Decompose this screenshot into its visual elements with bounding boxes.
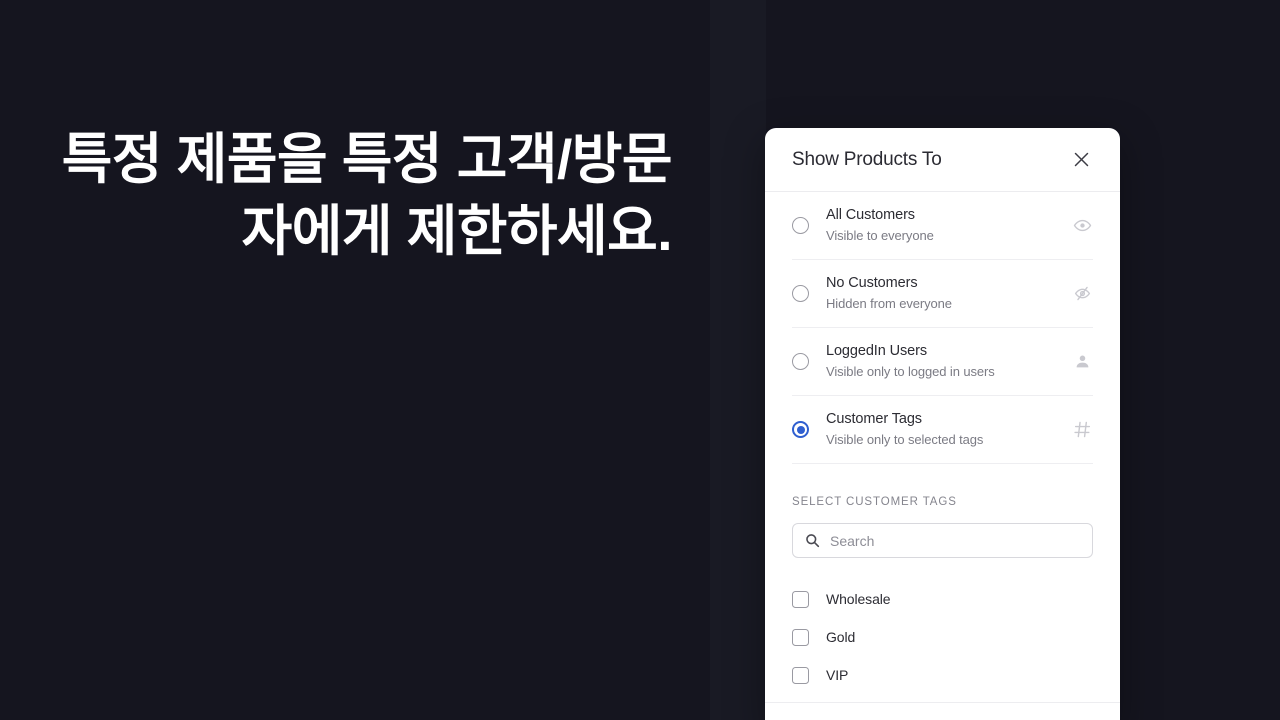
hash-icon: [1071, 419, 1093, 441]
eye-icon: [1071, 215, 1093, 237]
option-title: All Customers: [826, 207, 915, 224]
option-text: LoggedIn Users Visible only to logged in…: [826, 341, 1071, 382]
option-no-customers[interactable]: No Customers Hidden from everyone: [792, 260, 1093, 328]
tag-row-wholesale[interactable]: Wholesale: [792, 580, 1093, 618]
option-title: Customer Tags: [826, 411, 922, 428]
tag-search-container[interactable]: [792, 523, 1093, 558]
option-customer-tags[interactable]: Customer Tags Visible only to selected t…: [792, 396, 1093, 464]
checkbox-gold[interactable]: [792, 628, 809, 646]
tag-row-vip[interactable]: VIP: [792, 656, 1093, 694]
person-icon: [1071, 351, 1093, 373]
checkbox-vip[interactable]: [792, 666, 809, 684]
modal-header: Show Products To: [765, 128, 1120, 192]
footer-divider: [765, 702, 1120, 703]
search-icon: [805, 533, 820, 548]
search-input[interactable]: [830, 532, 1080, 549]
close-icon[interactable]: [1066, 145, 1096, 175]
radio-all-customers[interactable]: [792, 217, 809, 234]
radio-customer-tags[interactable]: [792, 421, 809, 438]
option-subtitle: Visible only to selected tags: [826, 432, 984, 448]
option-loggedin-users[interactable]: LoggedIn Users Visible only to logged in…: [792, 328, 1093, 396]
customer-tags-section: SELECT CUSTOMER TAGS Wholesale Go: [765, 496, 1120, 694]
checkbox-wholesale[interactable]: [792, 590, 809, 608]
section-label-select-customer-tags: SELECT CUSTOMER TAGS: [792, 496, 957, 508]
background-stage: 특정 제품을 특정 고객/방문자에게 제한하세요. Show Products …: [0, 0, 1280, 720]
option-text: Customer Tags Visible only to selected t…: [826, 409, 1071, 450]
option-all-customers[interactable]: All Customers Visible to everyone: [792, 192, 1093, 260]
option-text: No Customers Hidden from everyone: [826, 273, 1071, 314]
option-title: LoggedIn Users: [826, 343, 927, 360]
tag-label: Wholesale: [826, 591, 891, 607]
tag-list: Wholesale Gold VIP: [792, 580, 1093, 694]
option-text: All Customers Visible to everyone: [826, 205, 1071, 246]
option-subtitle: Visible to everyone: [826, 228, 934, 244]
visibility-options-list: All Customers Visible to everyone No Cus…: [765, 192, 1120, 464]
option-subtitle: Hidden from everyone: [826, 296, 952, 312]
modal-title: Show Products To: [792, 148, 942, 170]
show-products-to-modal: Show Products To All Customers Visible t…: [765, 128, 1120, 720]
radio-no-customers[interactable]: [792, 285, 809, 302]
radio-loggedin-users[interactable]: [792, 353, 809, 370]
background-accent-band: [710, 0, 766, 720]
option-title: No Customers: [826, 275, 918, 292]
eye-off-icon: [1071, 283, 1093, 305]
headline-text: 특정 제품을 특정 고객/방문자에게 제한하세요.: [61, 128, 673, 262]
tag-label: VIP: [826, 667, 849, 683]
tag-row-gold[interactable]: Gold: [792, 618, 1093, 656]
option-subtitle: Visible only to logged in users: [826, 364, 995, 380]
tag-label: Gold: [826, 629, 856, 645]
